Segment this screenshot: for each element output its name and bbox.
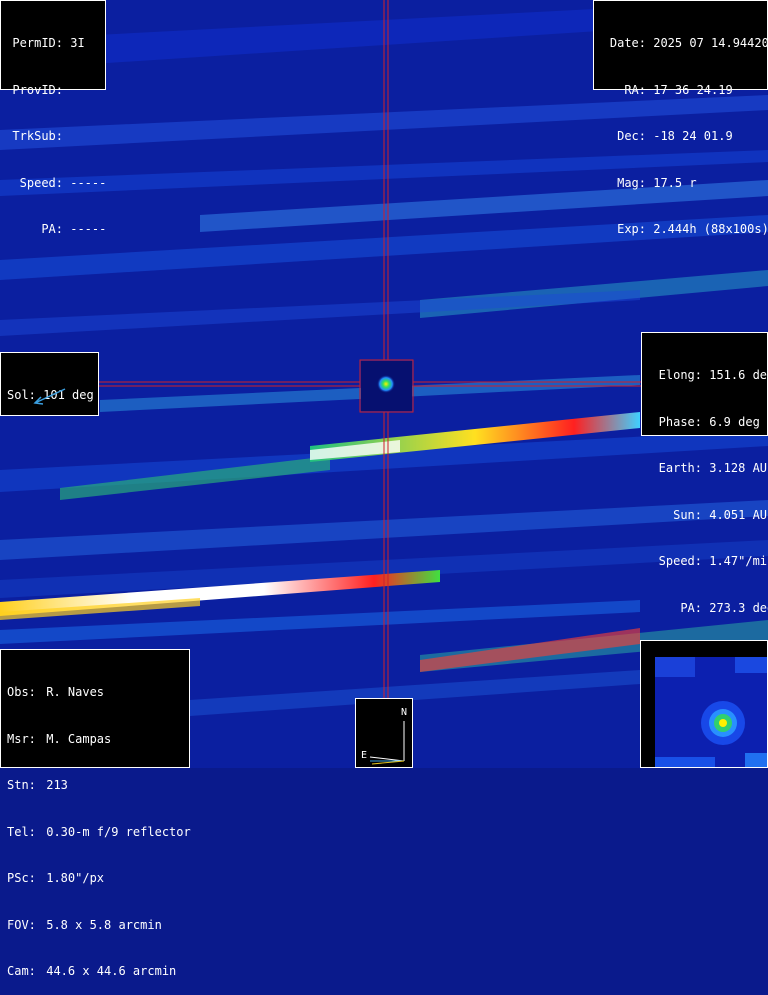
solar-direction-panel: Sol: 101 deg — [0, 352, 99, 416]
fov-value: 5.8 x 5.8 arcmin — [46, 917, 162, 932]
date-label: Date: — [609, 36, 646, 50]
stn-value: 213 — [46, 778, 68, 792]
provid-label: ProvID: — [12, 82, 63, 97]
target-object — [377, 375, 395, 393]
phase-value: 6.9 deg — [709, 414, 760, 429]
ra-label: RA: — [624, 82, 646, 97]
exp-value: 2.444h (88x100s) — [653, 222, 768, 236]
earth-label: Earth: — [658, 461, 702, 475]
trksub-label: TrkSub: — [12, 129, 63, 143]
psc-label: PSc: — [7, 871, 36, 885]
pa-label: PA: — [41, 222, 63, 236]
psc-value: 1.80"/px — [46, 871, 105, 885]
permid-value: 3I — [70, 36, 85, 50]
motion-speed-value: 1.47"/min — [709, 554, 768, 568]
dec-value: -18 24 01.9 — [653, 129, 733, 143]
motion-pa-value: 273.3 deg — [709, 600, 768, 615]
cam-label: Cam: — [7, 964, 36, 978]
pa-value: ----- — [70, 222, 107, 236]
earth-value: 3.128 AU — [709, 461, 768, 475]
elong-value: 151.6 deg — [709, 368, 768, 382]
motion-pa-label: PA: — [680, 600, 702, 615]
exp-label: Exp: — [617, 222, 646, 236]
mag-label: Mag: — [617, 175, 646, 190]
sun-value: 4.051 AU — [709, 507, 768, 522]
observation-info-panel: Date: 2025 07 14.94420 RA: 17 36 24.19 D… — [593, 0, 768, 236]
tel-value: 0.30-m f/9 reflector — [46, 824, 191, 839]
object-id-panel: PermID: 3I ProvID: TrkSub: Speed: ----- … — [0, 0, 106, 236]
obs-value: R. Naves — [46, 685, 105, 699]
stn-label: Stn: — [7, 778, 36, 792]
compass-panel: N E — [355, 698, 413, 768]
dec-label: Dec: — [617, 129, 646, 143]
fov-label: FOV: — [7, 917, 36, 932]
tel-label: Tel: — [7, 824, 36, 839]
msr-value: M. Campas — [46, 731, 112, 746]
geometry-panel: Elong: 151.6 deg Phase: 6.9 deg Earth: 3… — [641, 332, 768, 615]
motion-speed-label: Speed: — [658, 554, 702, 568]
sun-label: Sun: — [673, 507, 702, 522]
instrument-panel: Obs: R. Naves Msr: M. Campas Stn: 213 Te… — [0, 649, 191, 978]
zoom-inset — [640, 640, 768, 768]
permid-label: PermID: — [12, 36, 63, 50]
ra-value: 17 36 24.19 — [653, 82, 733, 97]
phase-label: Phase: — [658, 414, 702, 429]
speed-label: Speed: — [19, 175, 63, 190]
cam-value: 44.6 x 44.6 arcmin — [46, 964, 177, 978]
sun-direction-arrow-icon — [33, 388, 66, 405]
mag-value: 17.5 r — [653, 175, 697, 190]
msr-label: Msr: — [7, 731, 36, 746]
compass-arrows-icon — [369, 721, 405, 765]
zoom-inset-image — [655, 656, 767, 767]
date-value: 2025 07 14.94420 — [653, 36, 768, 50]
speed-value: ----- — [70, 175, 107, 190]
elong-label: Elong: — [658, 368, 702, 382]
obs-label: Obs: — [7, 685, 36, 699]
